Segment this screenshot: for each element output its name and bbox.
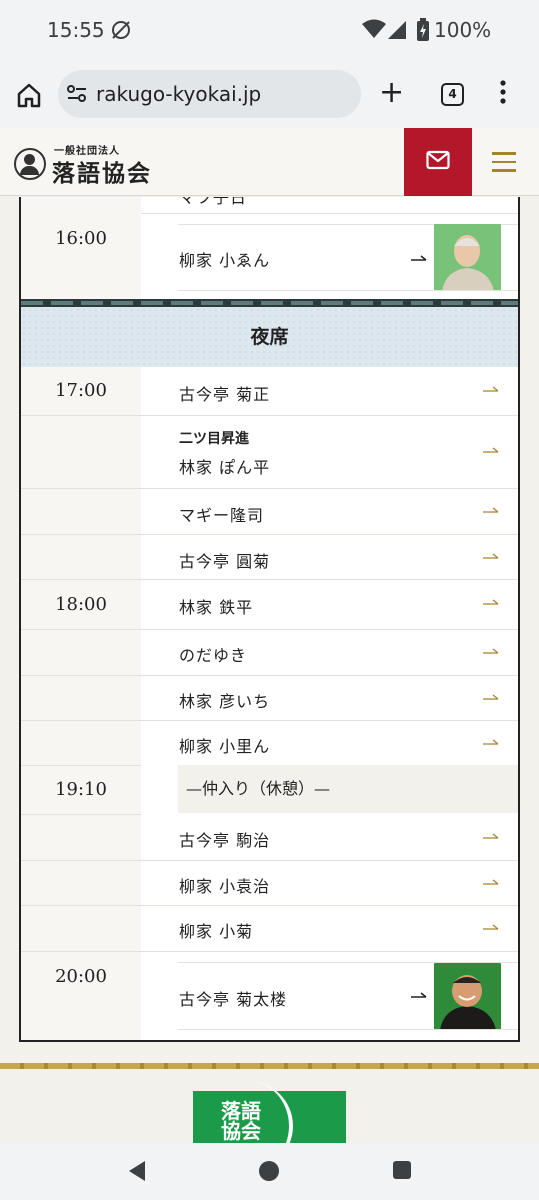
url-text[interactable]: rakugo-kyokai.jp bbox=[96, 82, 261, 106]
performer-name[interactable]: 古今亭 駒治 bbox=[179, 827, 270, 851]
arrow-icon bbox=[483, 507, 499, 513]
arrow-icon bbox=[483, 694, 499, 700]
arrow-icon bbox=[483, 739, 499, 745]
promotion-tag: 二ツ目昇進 bbox=[179, 431, 249, 447]
footer-logo[interactable]: 落語協会 bbox=[193, 1081, 346, 1143]
table-row: 二ツ目昇進 林家 ぽん平 bbox=[21, 416, 518, 489]
logo-emblem-icon bbox=[14, 148, 46, 180]
slot-time: 17:00 bbox=[55, 380, 107, 401]
arrow-icon bbox=[483, 386, 499, 392]
performer-name[interactable]: 林家 彦いち bbox=[179, 688, 270, 712]
arrow-icon bbox=[483, 447, 499, 453]
table-row: 18:00 林家 鉄平 bbox=[21, 580, 518, 630]
arrow-icon bbox=[411, 255, 427, 261]
back-icon[interactable] bbox=[127, 1160, 147, 1186]
intermission-label: —仲入り（休憩）— bbox=[178, 765, 518, 813]
table-row: マツ子日 bbox=[21, 197, 518, 214]
slot-time: 16:00 bbox=[55, 228, 107, 249]
performer-photo[interactable] bbox=[434, 963, 501, 1030]
performer-name[interactable]: のだゆき bbox=[179, 642, 247, 666]
performer-name[interactable]: マギー隆司 bbox=[179, 502, 264, 526]
sync-off-icon bbox=[110, 19, 132, 46]
table-row: マギー隆司 bbox=[21, 489, 518, 535]
slot-time: 20:00 bbox=[55, 966, 107, 987]
site-settings-icon[interactable] bbox=[66, 84, 88, 108]
table-row: 20:00 古今亭 菊太楼 bbox=[21, 952, 518, 1040]
table-row: 16:00 柳家 小ゑん bbox=[21, 214, 518, 299]
arrow-icon bbox=[483, 924, 499, 930]
footer: 落語協会 bbox=[0, 1069, 539, 1143]
performer-name[interactable]: 林家 鉄平 bbox=[179, 594, 253, 618]
battery-icon bbox=[416, 18, 430, 46]
hamburger-menu-icon[interactable] bbox=[492, 152, 516, 178]
performer-name[interactable]: 古今亭 菊正 bbox=[179, 381, 270, 405]
performer-name[interactable]: 古今亭 圓菊 bbox=[179, 548, 270, 572]
address-bar[interactable]: rakugo-kyokai.jp bbox=[58, 70, 361, 118]
table-row: 柳家 小菊 bbox=[21, 906, 518, 952]
home-icon[interactable] bbox=[14, 80, 44, 110]
table-row: 古今亭 駒治 bbox=[21, 815, 518, 861]
recents-icon[interactable] bbox=[393, 1161, 411, 1179]
arrow-icon bbox=[411, 992, 427, 998]
arrow-icon bbox=[483, 648, 499, 654]
arrow-icon bbox=[483, 553, 499, 559]
schedule-section: マツ子日 16:00 柳家 小ゑん 夜席 17:00 古今亭 菊正 二ツ目昇進 … bbox=[0, 197, 539, 1063]
slot-time: 19:10 bbox=[55, 779, 107, 800]
table-row: のだゆき bbox=[21, 630, 518, 676]
schedule-table: マツ子日 16:00 柳家 小ゑん 夜席 17:00 古今亭 菊正 二ツ目昇進 … bbox=[19, 197, 520, 1042]
arrow-icon bbox=[483, 833, 499, 839]
performer-name[interactable]: 柳家 小菊 bbox=[179, 918, 253, 942]
more-menu-icon[interactable] bbox=[500, 80, 506, 108]
performer-name[interactable]: 林家 ぽん平 bbox=[179, 454, 270, 478]
slot-time: 18:00 bbox=[55, 594, 107, 615]
performer-name[interactable]: マツ子日 bbox=[179, 197, 247, 208]
tab-switcher-button[interactable]: 4 bbox=[441, 83, 464, 106]
status-bar: 15:55 100% bbox=[0, 0, 539, 62]
footer-logo-text: 落語協会 bbox=[221, 1099, 261, 1143]
logo-title: 落語協会 bbox=[52, 160, 152, 187]
mail-icon bbox=[426, 150, 450, 170]
arrow-icon bbox=[483, 879, 499, 885]
site-logo[interactable]: 一般社団法人 落語協会 bbox=[14, 142, 164, 187]
status-time: 15:55 bbox=[47, 18, 105, 42]
performer-name[interactable]: 柳家 小里ん bbox=[179, 733, 270, 757]
table-row: 柳家 小袁治 bbox=[21, 861, 518, 906]
table-row: 林家 彦いち bbox=[21, 676, 518, 721]
performer-name[interactable]: 柳家 小袁治 bbox=[179, 873, 270, 897]
performer-name[interactable]: 古今亭 菊太楼 bbox=[179, 986, 287, 1010]
wifi-icon bbox=[362, 19, 386, 43]
home-circle-icon[interactable] bbox=[259, 1161, 279, 1181]
performer-photo[interactable] bbox=[434, 224, 501, 291]
table-row: 17:00 古今亭 菊正 bbox=[21, 367, 518, 416]
contact-mail-button[interactable] bbox=[404, 128, 472, 196]
new-tab-icon[interactable]: + bbox=[379, 78, 404, 108]
section-divider bbox=[21, 299, 518, 307]
browser-toolbar: rakugo-kyokai.jp + 4 bbox=[0, 62, 539, 128]
android-nav-bar bbox=[0, 1143, 539, 1200]
section-title-evening: 夜席 bbox=[21, 307, 518, 367]
table-row: 柳家 小里ん bbox=[21, 721, 518, 766]
cell-signal-icon bbox=[387, 20, 407, 44]
performer-name[interactable]: 柳家 小ゑん bbox=[179, 247, 270, 271]
arrow-icon bbox=[483, 599, 499, 605]
battery-percent: 100% bbox=[434, 18, 492, 42]
table-row: 古今亭 圓菊 bbox=[21, 535, 518, 580]
